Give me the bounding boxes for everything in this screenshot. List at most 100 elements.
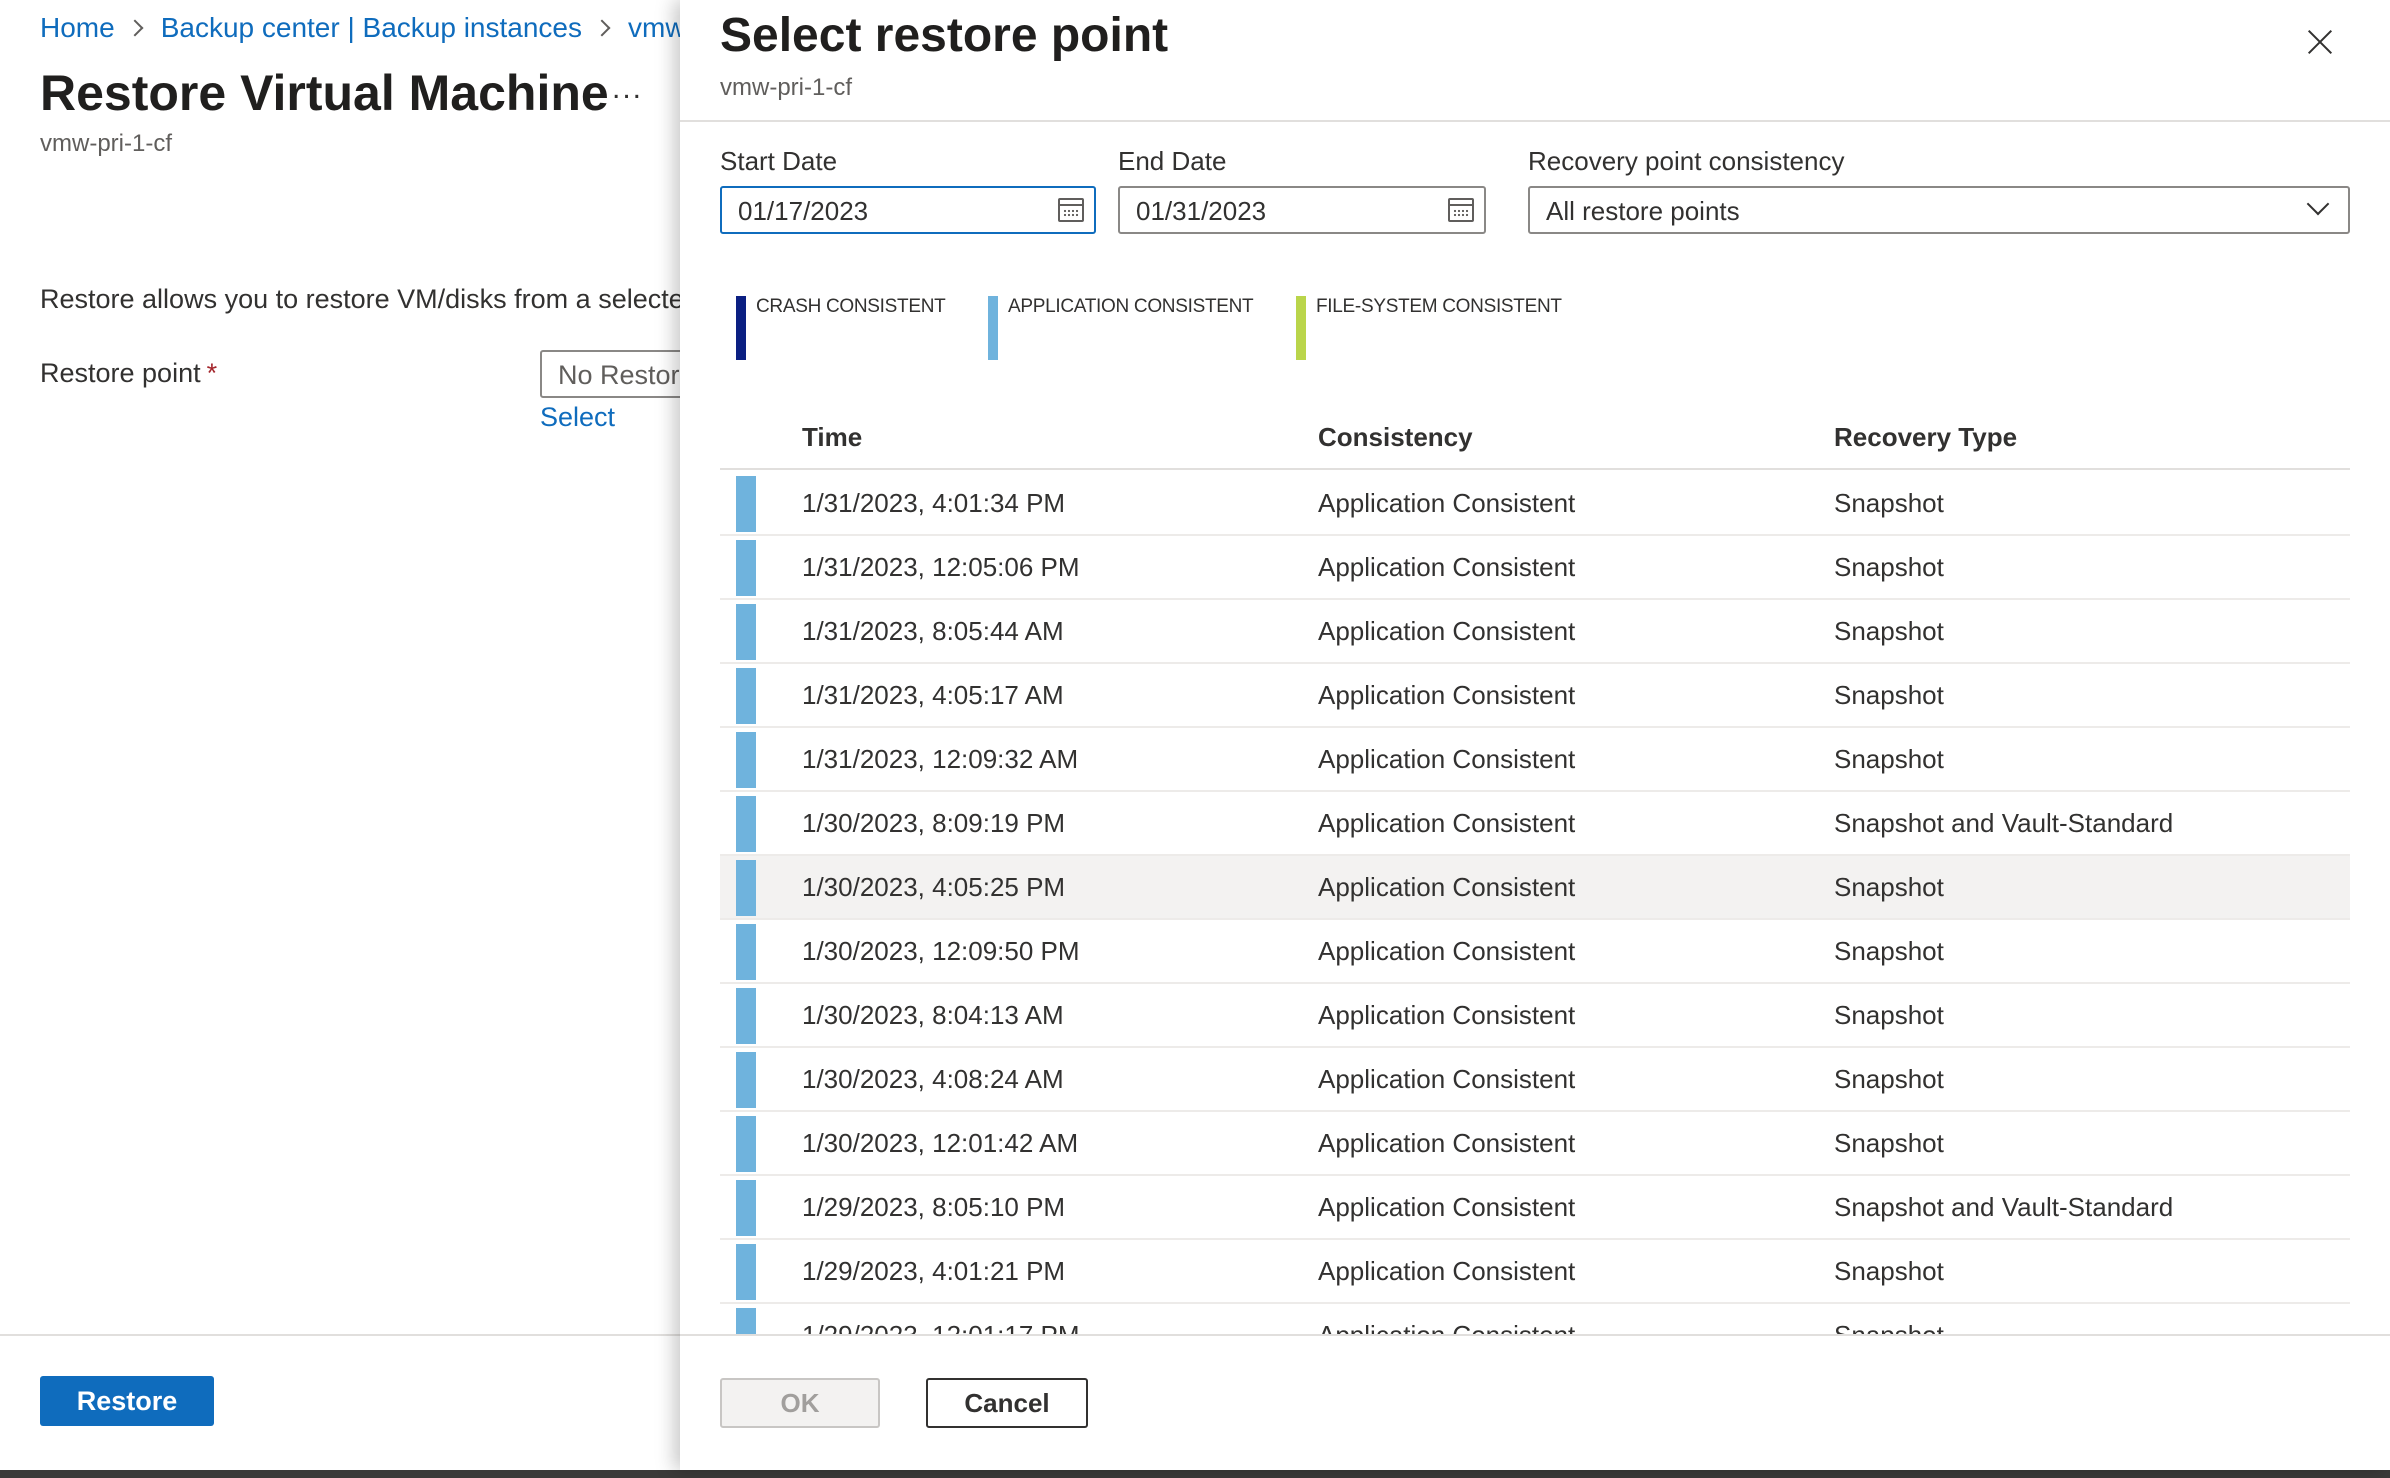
row-time: 1/31/2023, 4:05:17 AM [802,680,1064,710]
page-title: Restore Virtual Machine [40,65,609,121]
column-header-time[interactable]: Time [802,422,862,453]
row-time: 1/31/2023, 12:05:06 PM [802,552,1080,582]
row-recovery-type: Snapshot [1834,744,1944,774]
breadcrumb: Home Backup center | Backup instances vm… [40,12,695,44]
restore-button[interactable]: Restore [40,1376,214,1426]
table-row[interactable]: 1/30/2023, 4:05:25 PM Application Consist… [720,856,2350,920]
breadcrumb-backup-instances[interactable]: Backup center | Backup instances [161,12,582,44]
row-consistency: Application Consistent [1318,1064,1576,1094]
cancel-button[interactable]: Cancel [926,1378,1088,1428]
window-bottom-edge [0,1470,2390,1478]
select-restore-point-blade: Select restore point vmw-pri-1-cf Start … [680,0,2390,1470]
consistency-color-bar [736,604,756,660]
table-row[interactable]: 1/29/2023, 12:01:17 PM Application Consis… [720,1304,2350,1334]
consistency-color-bar [736,1116,756,1172]
end-date-input[interactable]: 01/31/2023 [1118,186,1486,234]
row-consistency: Application Consistent [1318,936,1576,966]
table-row[interactable]: 1/31/2023, 12:09:32 AM Application Consis… [720,728,2350,792]
blade-footer: OK Cancel [680,1334,2390,1470]
table-row[interactable]: 1/30/2023, 12:01:42 AM Application Consis… [720,1112,2350,1176]
row-consistency: Application Consistent [1318,872,1576,902]
row-recovery-type: Snapshot [1834,488,1944,518]
required-marker: * [206,358,218,388]
row-recovery-type: Snapshot [1834,680,1944,710]
consistency-color-bar [736,796,756,852]
ok-button[interactable]: OK [720,1378,880,1428]
row-recovery-type: Snapshot [1834,1064,1944,1094]
table-row[interactable]: 1/31/2023, 8:05:44 AM Application Consist… [720,600,2350,664]
row-consistency: Application Consistent [1318,1192,1576,1222]
row-recovery-type: Snapshot [1834,1256,1944,1286]
table-row[interactable]: 1/31/2023, 4:05:17 AM Application Consist… [720,664,2350,728]
row-consistency: Application Consistent [1318,744,1576,774]
restore-point-label: Restore point * [40,358,217,389]
consistency-color-bar [736,1244,756,1300]
row-consistency: Application Consistent [1318,1256,1576,1286]
row-consistency: Application Consistent [1318,1320,1575,1334]
select-restore-point-link[interactable]: Select [540,402,615,433]
consistency-dropdown[interactable]: All restore points [1528,186,2350,234]
row-time: 1/31/2023, 12:09:32 AM [802,744,1079,774]
table-row[interactable]: 1/30/2023, 12:09:50 PM Application Consis… [720,920,2350,984]
legend-label: FILE-SYSTEM CONSISTENT [1316,296,1562,317]
legend-color-bar [1296,296,1306,360]
legend-color-bar [988,296,998,360]
row-consistency: Application Consistent [1318,616,1576,646]
chevron-right-icon [593,19,611,37]
row-consistency: Application Consistent [1318,1128,1576,1158]
row-recovery-type: Snapshot [1834,1320,1944,1334]
blade-subtitle: vmw-pri-1-cf [720,74,852,101]
table-row[interactable]: 1/31/2023, 4:01:34 PM Application Consist… [720,472,2350,536]
row-time: 1/31/2023, 8:05:44 AM [802,616,1064,646]
legend-color-bar [736,296,746,360]
row-time: 1/29/2023, 4:01:21 PM [802,1256,1066,1286]
chevron-down-icon [2306,192,2330,216]
consistency-color-bar [736,860,756,916]
calendar-icon[interactable] [1058,198,1084,222]
column-header-consistency[interactable]: Consistency [1318,422,1473,453]
row-time: 1/29/2023, 12:01:17 PM [802,1320,1080,1334]
row-time: 1/30/2023, 8:09:19 PM [802,808,1066,838]
row-recovery-type: Snapshot [1834,552,1944,582]
breadcrumb-home[interactable]: Home [40,12,115,44]
row-recovery-type: Snapshot [1834,1000,1944,1030]
more-options-icon[interactable]: ... [612,72,643,106]
end-date-label: End Date [1118,146,1227,176]
consistency-color-bar [736,924,756,980]
start-date-value: 01/17/2023 [738,196,869,226]
chevron-right-icon [126,19,144,37]
table-row[interactable]: 1/30/2023, 4:08:24 AM Application Consist… [720,1048,2350,1112]
consistency-color-bar [736,1308,756,1334]
consistency-value: All restore points [1546,196,1740,226]
row-consistency: Application Consistent [1318,1000,1576,1030]
page-subtitle: vmw-pri-1-cf [40,130,172,157]
row-consistency: Application Consistent [1318,680,1576,710]
calendar-icon[interactable] [1448,198,1474,222]
row-consistency: Application Consistent [1318,552,1576,582]
header-divider [680,120,2390,122]
table-row[interactable]: 1/29/2023, 4:01:21 PM Application Consist… [720,1240,2350,1304]
legend-label: APPLICATION CONSISTENT [1008,296,1254,317]
close-icon[interactable] [2300,22,2340,62]
table-row[interactable]: 1/29/2023, 8:05:10 PM Application Consist… [720,1176,2350,1240]
row-consistency: Application Consistent [1318,808,1576,838]
start-date-label: Start Date [720,146,838,176]
page-description: Restore allows you to restore VM/disks f… [40,284,716,314]
row-recovery-type: Snapshot and Vault-Standard [1834,1192,2174,1222]
consistency-color-bar [736,1180,756,1236]
table-row[interactable]: 1/30/2023, 8:04:13 AM Application Consist… [720,984,2350,1048]
row-recovery-type: Snapshot [1834,872,1944,902]
consistency-label: Recovery point consistency [1528,146,1845,176]
consistency-color-bar [736,540,756,596]
start-date-input[interactable]: 01/17/2023 [720,186,1096,234]
table-row[interactable]: 1/30/2023, 8:09:19 PM Application Consist… [720,792,2350,856]
row-time: 1/31/2023, 4:01:34 PM [802,488,1066,518]
row-recovery-type: Snapshot and Vault-Standard [1834,808,2174,838]
row-time: 1/30/2023, 12:01:42 AM [802,1128,1079,1158]
table-header: Time Consistency Recovery Type [720,408,2350,470]
blade-title: Select restore point [720,9,1169,62]
table-row[interactable]: 1/31/2023, 12:05:06 PM Application Consis… [720,536,2350,600]
column-header-recovery-type[interactable]: Recovery Type [1834,422,2017,453]
row-time: 1/30/2023, 12:09:50 PM [802,936,1080,966]
legend-label: CRASH CONSISTENT [756,296,946,317]
